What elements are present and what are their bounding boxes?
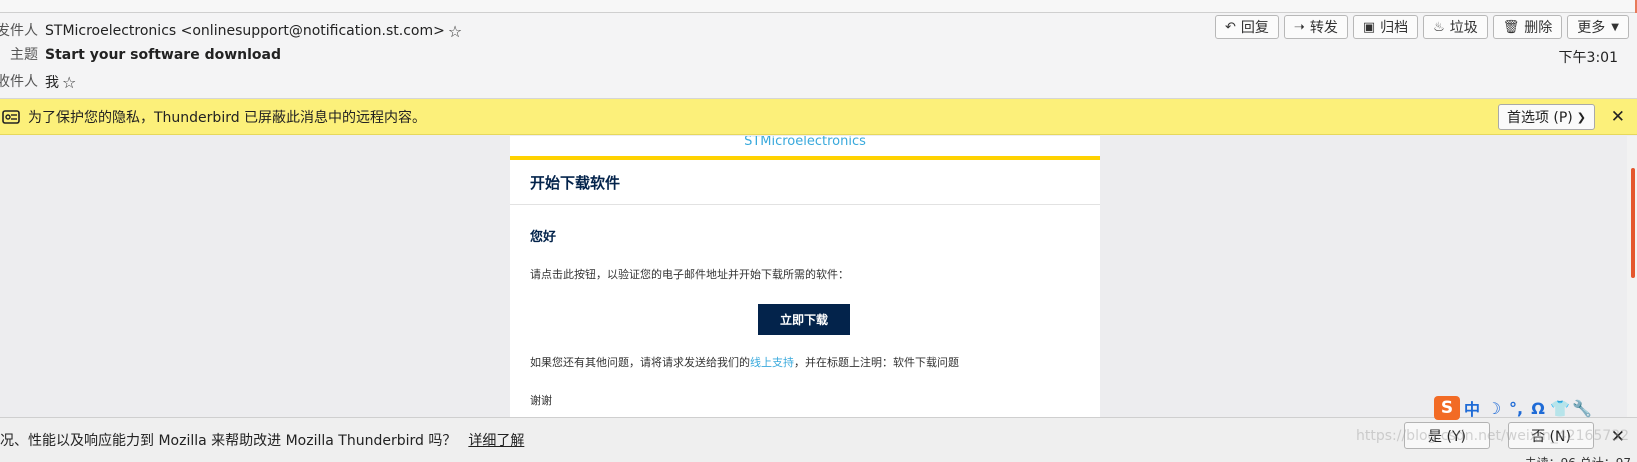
telemetry-message: 况、性能以及响应能力到 Mozilla 来帮助改进 Mozilla Thunde… <box>0 433 525 449</box>
sogou-logo-icon[interactable]: S <box>1434 396 1460 420</box>
skin-icon[interactable]: 👕 <box>1550 399 1570 418</box>
brand-bar <box>510 156 1100 160</box>
from-row: 发件人 STMicroelectronics <onlinesupport@no… <box>0 20 462 42</box>
email-title: 开始下载软件 <box>530 174 621 192</box>
chevron-down-icon: ▼ <box>1611 21 1619 33</box>
help-text: 如果您还有其他问题，请将请求发送给我们的线上支持，并在标题上注明：软件下载问题 <box>530 356 959 369</box>
instruction-text: 请点击此按钮，以验证您的电子邮件地址并开始下载所需的软件： <box>530 268 849 281</box>
divider <box>510 204 1100 205</box>
from-label: 发件人 <box>0 23 38 39</box>
reply-button[interactable]: ↶ 回复 <box>1215 15 1279 39</box>
from-value[interactable]: STMicroelectronics <onlinesupport@notifi… <box>45 22 462 41</box>
message-body: STMicroelectronics 开始下载软件 您好 请点击此按钮，以验证您… <box>0 136 1627 417</box>
top-edge <box>0 0 1637 13</box>
greeting: 您好 <box>530 230 557 245</box>
archive-button[interactable]: ▣ 归档 <box>1352 15 1419 39</box>
punctuation-icon[interactable]: °, <box>1506 399 1526 418</box>
thanks-text: 谢谢 <box>530 394 552 407</box>
remote-content-notice: 为了保护您的隐私，Thunderbird 已屏蔽此消息中的远程内容。 首选项 (… <box>0 99 1637 135</box>
omega-icon[interactable]: Ω <box>1528 399 1548 418</box>
message-time: 下午3:01 <box>1558 50 1618 66</box>
ime-toolbar: S 中 ☽ °, Ω 👕 🔧 <box>1434 396 1592 420</box>
notice-message: 为了保护您的隐私，Thunderbird 已屏蔽此消息中的远程内容。 <box>28 109 427 126</box>
junk-button[interactable]: ♨ 垃圾 <box>1423 15 1488 39</box>
learn-more-link[interactable]: 详细了解 <box>468 433 524 449</box>
archive-icon: ▣ <box>1362 19 1376 35</box>
message-toolbar: ↶ 回复 ➝ 转发 ▣ 归档 ♨ 垃圾 🗑 删除 更多 ▼ <box>1215 15 1629 39</box>
to-row: 收件人 我 ☆ <box>0 71 76 93</box>
delete-button[interactable]: 🗑 删除 <box>1492 15 1563 39</box>
subject-value: Start your software download <box>45 47 281 63</box>
to-label: 收件人 <box>0 74 38 90</box>
scrollbar[interactable] <box>1627 136 1637 417</box>
folder-status: 未读：96 总计：97 <box>1525 454 1631 462</box>
star-icon[interactable]: ☆ <box>62 73 76 92</box>
privacy-shield-icon <box>2 109 20 124</box>
moon-icon[interactable]: ☽ <box>1484 399 1504 418</box>
more-button[interactable]: 更多 ▼ <box>1567 15 1629 39</box>
brand-name: STMicroelectronics <box>744 136 866 149</box>
message-header: 发件人 STMicroelectronics <onlinesupport@no… <box>0 0 1637 99</box>
trash-icon: 🗑 <box>1502 19 1520 35</box>
download-now-button[interactable]: 立即下载 <box>758 304 850 335</box>
wrench-icon[interactable]: 🔧 <box>1572 399 1592 418</box>
to-value[interactable]: 我 ☆ <box>45 72 76 92</box>
watermark: https://blog.csdn.net/weixin_42165732 <box>1356 428 1630 444</box>
chinese-mode-icon[interactable]: 中 <box>1462 396 1482 420</box>
online-support-link[interactable]: 线上支持 <box>750 356 794 369</box>
preferences-button[interactable]: 首选项 (P) ❯ <box>1497 104 1595 130</box>
email-card: STMicroelectronics 开始下载软件 您好 请点击此按钮，以验证您… <box>510 136 1100 417</box>
subject-row: 主题 Start your software download <box>0 44 281 66</box>
forward-icon: ➝ <box>1293 19 1305 35</box>
chevron-down-icon: ❯ <box>1576 110 1586 124</box>
close-icon[interactable]: ✕ <box>1611 107 1625 127</box>
reply-icon: ↶ <box>1225 19 1236 35</box>
forward-button[interactable]: ➝ 转发 <box>1283 15 1348 39</box>
subject-label: 主题 <box>10 47 38 63</box>
junk-icon: ♨ <box>1433 19 1445 35</box>
star-icon[interactable]: ☆ <box>448 22 462 41</box>
scrollbar-thumb[interactable] <box>1631 168 1635 278</box>
